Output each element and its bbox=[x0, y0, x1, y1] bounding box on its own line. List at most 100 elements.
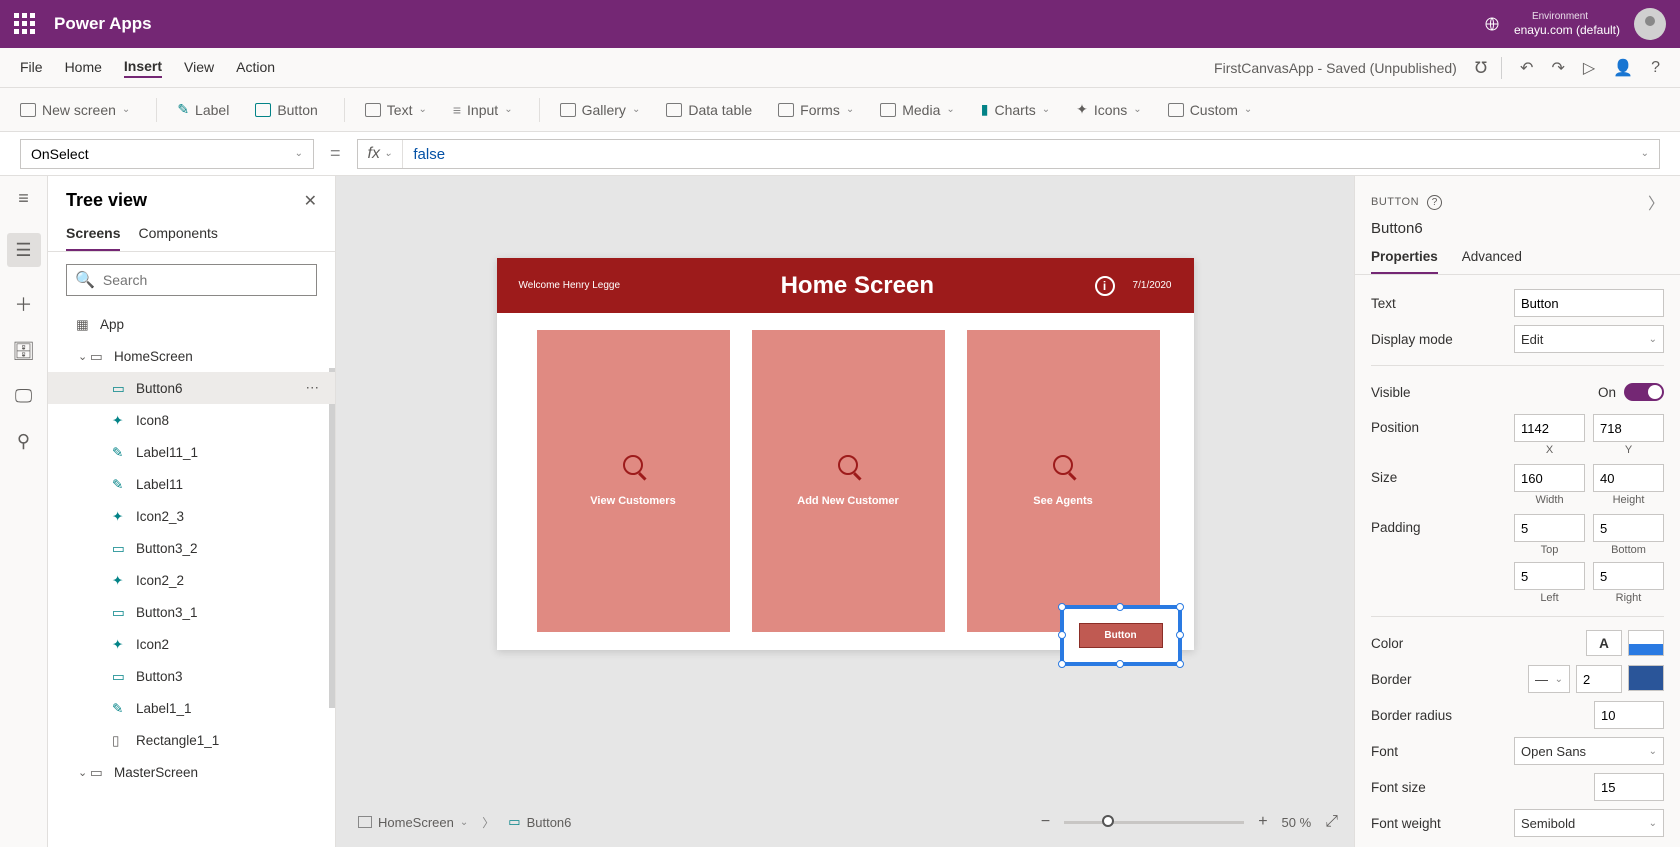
tree-item-label: Button3_2 bbox=[136, 541, 198, 556]
tree-item-button3[interactable]: ▭Button3 bbox=[48, 660, 335, 692]
close-icon[interactable]: ✕ bbox=[304, 191, 317, 211]
tree-item-label1_1[interactable]: ✎Label1_1 bbox=[48, 692, 335, 724]
tab-screens[interactable]: Screens bbox=[66, 225, 120, 251]
tree-item-icon2_2[interactable]: ✦Icon2_2 bbox=[48, 564, 335, 596]
tree-item-app[interactable]: ▦App bbox=[48, 308, 335, 340]
tree-item-masterscreen[interactable]: ⌄▭MasterScreen bbox=[48, 756, 335, 788]
prop-text-input[interactable] bbox=[1514, 289, 1664, 317]
tree-item-button3_2[interactable]: ▭Button3_2 bbox=[48, 532, 335, 564]
ribbon-forms[interactable]: Forms⌄ bbox=[778, 102, 854, 118]
rail-tree-icon[interactable]: ☰ bbox=[7, 233, 41, 267]
tree-item-rectangle1_1[interactable]: ▯Rectangle1_1 bbox=[48, 724, 335, 756]
more-icon[interactable]: ⋯ bbox=[306, 380, 322, 396]
prop-fill-color[interactable] bbox=[1628, 630, 1664, 656]
fx-icon[interactable]: fx⌄ bbox=[358, 140, 404, 168]
prop-border-width[interactable] bbox=[1576, 665, 1622, 693]
play-icon[interactable]: ▷ bbox=[1583, 58, 1595, 78]
prop-pad-left[interactable] bbox=[1514, 562, 1585, 590]
ribbon-text[interactable]: Text⌄ bbox=[365, 102, 427, 118]
button6-label: Button bbox=[1079, 623, 1163, 648]
prop-visible-toggle[interactable] bbox=[1624, 383, 1664, 401]
breadcrumb-control[interactable]: ▭Button6 bbox=[502, 814, 577, 830]
help-icon[interactable]: ? bbox=[1651, 59, 1660, 77]
card-add-customer: Add New Customer bbox=[752, 330, 945, 632]
menu-action[interactable]: Action bbox=[236, 59, 275, 77]
tree-item-icon8[interactable]: ✦Icon8 bbox=[48, 404, 335, 436]
prop-pad-top[interactable] bbox=[1514, 514, 1585, 542]
prop-border-style[interactable]: —⌄ bbox=[1528, 665, 1570, 693]
prop-size-h[interactable] bbox=[1593, 464, 1664, 492]
redo-icon[interactable]: ↷ bbox=[1551, 58, 1564, 78]
menu-file[interactable]: File bbox=[20, 59, 43, 77]
prop-border-color[interactable] bbox=[1628, 665, 1664, 691]
tree-item-homescreen[interactable]: ⌄▭HomeScreen bbox=[48, 340, 335, 372]
undo-icon[interactable]: ↶ bbox=[1520, 58, 1533, 78]
prop-border-radius[interactable] bbox=[1594, 701, 1664, 729]
ribbon-input[interactable]: ≡Input⌄ bbox=[453, 102, 513, 118]
tab-components[interactable]: Components bbox=[138, 225, 217, 251]
rail-media-icon[interactable]: 🖵 bbox=[15, 386, 32, 407]
menu-home[interactable]: Home bbox=[65, 59, 102, 77]
share-icon[interactable]: 👤 bbox=[1613, 58, 1633, 78]
date-label: 7/1/2020 bbox=[1133, 280, 1172, 291]
prop-font-size[interactable] bbox=[1594, 773, 1664, 801]
rail-add-icon[interactable]: ＋ bbox=[15, 291, 33, 317]
tree-item-label11[interactable]: ✎Label11 bbox=[48, 468, 335, 500]
tree-search[interactable]: 🔍 bbox=[66, 264, 317, 296]
tree-item-label: Icon2 bbox=[136, 637, 169, 652]
ribbon-label[interactable]: ✎Label bbox=[177, 101, 229, 118]
canvas-footer: HomeScreen⌄ 〉 ▭Button6 − + 50 % ⤢ bbox=[352, 807, 1338, 837]
menu-insert[interactable]: Insert bbox=[124, 58, 162, 78]
ribbon-datatable[interactable]: Data table bbox=[666, 102, 752, 118]
ribbon-icons[interactable]: ✦Icons⌄ bbox=[1076, 101, 1142, 118]
prop-pad-right[interactable] bbox=[1593, 562, 1664, 590]
tree-item-icon2_3[interactable]: ✦Icon2_3 bbox=[48, 500, 335, 532]
breadcrumb-screen[interactable]: HomeScreen⌄ bbox=[352, 815, 474, 830]
rail-hamburger-icon[interactable]: ≡ bbox=[18, 188, 29, 209]
tree-search-input[interactable] bbox=[103, 272, 308, 288]
app-checker-icon[interactable]: ℧ bbox=[1475, 58, 1487, 78]
ribbon-gallery[interactable]: Gallery⌄ bbox=[560, 102, 641, 118]
ribbon-media[interactable]: Media⌄ bbox=[880, 102, 955, 118]
rail-data-icon[interactable]: 🗄 bbox=[12, 341, 35, 362]
tree-item-label11_1[interactable]: ✎Label11_1 bbox=[48, 436, 335, 468]
left-rail: ≡ ☰ ＋ 🗄 🖵 ⚲ bbox=[0, 176, 48, 847]
ribbon-charts[interactable]: ▮Charts⌄ bbox=[981, 101, 1050, 118]
canvas[interactable]: Welcome Henry Legge Home Screen i 7/1/20… bbox=[336, 176, 1354, 847]
fit-screen-icon[interactable]: ⤢ bbox=[1325, 813, 1338, 831]
tree-item-label: MasterScreen bbox=[114, 765, 198, 780]
ribbon-custom[interactable]: Custom⌄ bbox=[1168, 102, 1253, 118]
property-selector[interactable]: OnSelect⌄ bbox=[20, 139, 314, 169]
formula-input[interactable]: false bbox=[403, 145, 1630, 163]
ribbon-new-screen[interactable]: New screen⌄ bbox=[20, 102, 130, 118]
prop-font-weight[interactable]: Semibold⌄ bbox=[1514, 809, 1664, 837]
prop-pad-bottom[interactable] bbox=[1593, 514, 1664, 542]
tab-properties[interactable]: Properties bbox=[1371, 249, 1438, 274]
prop-pos-x[interactable] bbox=[1514, 414, 1585, 442]
zoom-out-button[interactable]: − bbox=[1041, 813, 1050, 831]
tree-item-label: Label11_1 bbox=[136, 445, 198, 460]
prop-font-select[interactable]: Open Sans⌄ bbox=[1514, 737, 1664, 765]
ribbon-button[interactable]: Button bbox=[255, 102, 317, 118]
help-circle-icon[interactable]: ? bbox=[1427, 195, 1442, 210]
tab-advanced[interactable]: Advanced bbox=[1462, 249, 1522, 274]
user-avatar[interactable] bbox=[1634, 8, 1666, 40]
menu-view[interactable]: View bbox=[184, 59, 214, 77]
rail-tools-icon[interactable]: ⚲ bbox=[17, 431, 30, 452]
selected-button6[interactable]: Button bbox=[1060, 605, 1182, 666]
expand-formula-icon[interactable]: ⌄ bbox=[1631, 148, 1659, 159]
environment-picker[interactable]: Environment enayu.com (default) bbox=[1514, 11, 1620, 37]
control-name: Button6 bbox=[1355, 218, 1680, 245]
zoom-in-button[interactable]: + bbox=[1258, 813, 1267, 831]
prop-size-w[interactable] bbox=[1514, 464, 1585, 492]
app-launcher-icon[interactable] bbox=[14, 13, 36, 35]
prop-font-color[interactable]: A bbox=[1586, 630, 1622, 656]
panel-expand-icon[interactable]: 〉 bbox=[1648, 190, 1664, 214]
tree-item-button6[interactable]: ▭Button6⋯ bbox=[48, 372, 335, 404]
prop-displaymode-select[interactable]: Edit⌄ bbox=[1514, 325, 1664, 353]
prop-pos-y[interactable] bbox=[1593, 414, 1664, 442]
zoom-slider[interactable] bbox=[1064, 821, 1244, 824]
tree-item-icon2[interactable]: ✦Icon2 bbox=[48, 628, 335, 660]
tree-item-label: HomeScreen bbox=[114, 349, 193, 364]
tree-item-button3_1[interactable]: ▭Button3_1 bbox=[48, 596, 335, 628]
